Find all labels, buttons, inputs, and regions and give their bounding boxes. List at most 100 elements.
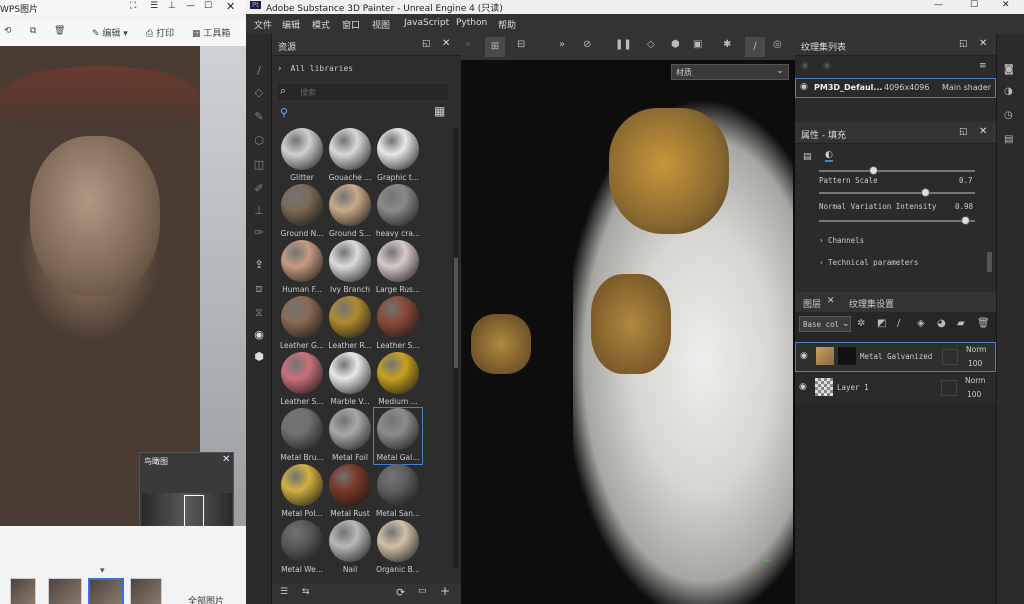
technical-section[interactable]: › Technical parameters (819, 258, 918, 267)
maximize-icon[interactable]: ☐ (970, 0, 978, 10)
geometry-mask-icon[interactable]: ⬡ (252, 134, 266, 148)
float-icon[interactable]: ◱ (422, 39, 431, 49)
minimize-icon[interactable]: — (186, 1, 195, 11)
add-mask-icon[interactable]: ◩ (877, 318, 886, 329)
properties-scrollbar[interactable] (987, 252, 992, 272)
material-item[interactable]: Metal Foil (326, 408, 374, 464)
cube-icon[interactable]: ⬢ (252, 350, 266, 364)
scrollbar-thumb[interactable] (454, 258, 458, 368)
minimize-icon[interactable]: — (934, 0, 943, 10)
channel-select[interactable]: Base col ⌄ (799, 316, 851, 332)
material-item[interactable]: Ground S... (326, 184, 374, 240)
float-icon[interactable]: ◱ (959, 127, 968, 137)
eraser-icon[interactable]: ◇ (252, 86, 266, 100)
material-item[interactable]: Ground N... (278, 184, 326, 240)
layer-row-metal-galvanized[interactable]: ◉ Metal Galvanized Norm 100 (795, 342, 996, 372)
material-item[interactable]: Metal Pol... (278, 464, 326, 520)
layer-blend-mode[interactable]: Norm (965, 376, 985, 385)
material-item[interactable]: Metal Bru... (278, 408, 326, 464)
float-icon[interactable]: ◱ (959, 39, 968, 49)
eye-icon[interactable]: ◉ (823, 61, 831, 71)
all-images-link[interactable]: 全部图片 (188, 594, 224, 604)
import-icon[interactable]: ⇆ (302, 587, 310, 597)
layer-visibility-icon[interactable]: ◉ (800, 351, 808, 361)
copy-icon[interactable]: ⧉ (30, 26, 36, 36)
menu-icon[interactable]: ☰ (150, 1, 158, 11)
list-options-icon[interactable]: ≡ (979, 61, 987, 71)
material-item[interactable]: Graphic t... (374, 128, 422, 184)
polygon-fill-icon[interactable]: ◫ (252, 158, 266, 172)
screenshot-icon[interactable]: ◎ (773, 39, 782, 50)
material-item[interactable]: Leather G... (278, 296, 326, 352)
cube-view-icon[interactable]: ⬢ (671, 39, 680, 50)
fill-settings-icon[interactable]: ▤ (803, 152, 812, 162)
add-icon[interactable]: + (440, 584, 450, 598)
color-picker-icon[interactable]: ✑ (252, 226, 266, 240)
projection-icon[interactable]: ✎ (252, 110, 266, 124)
material-item[interactable]: Organic B... (374, 520, 422, 576)
material-item[interactable]: Human F... (278, 240, 326, 296)
tab-texture-settings[interactable]: 纹理集设置 (849, 297, 894, 310)
close-icon[interactable]: ✕ (226, 0, 235, 13)
print-button[interactable]: ⎙ 打印 (146, 26, 174, 39)
toolbox-button[interactable]: ▦ 工具箱 (192, 26, 230, 39)
properties-close-icon[interactable]: ✕ (979, 126, 987, 137)
bird-view-close-icon[interactable]: ✕ (222, 454, 230, 465)
layer-visibility-icon[interactable]: ◉ (799, 382, 807, 392)
prev-slider-knob[interactable] (869, 166, 878, 175)
visibility-icon[interactable]: ◉ (800, 82, 808, 92)
texture-set-row[interactable]: ◉ PM3D_Defaul... 4096x4096 Main shader (795, 78, 996, 98)
material-item[interactable]: Leather R... (326, 296, 374, 352)
layer-opacity[interactable]: 100 (968, 359, 982, 368)
menu-mode[interactable]: 模式 (312, 18, 330, 31)
add-folder-icon[interactable]: ▰ (957, 318, 965, 329)
paint-brush-icon[interactable]: ∕ (252, 64, 266, 78)
export-icon[interactable]: ⇪ (252, 258, 266, 272)
material-item[interactable]: Metal San... (374, 464, 422, 520)
tab-close-icon[interactable]: ✕ (827, 296, 835, 306)
tab-layers[interactable]: 图层 (803, 297, 821, 310)
material-item[interactable]: Leather S... (278, 352, 326, 408)
material-item[interactable]: Metal Rust (326, 464, 374, 520)
texture-set-close-icon[interactable]: ✕ (979, 38, 987, 49)
material-item[interactable]: Large Rus... (374, 240, 422, 296)
menu-help[interactable]: 帮助 (498, 18, 516, 31)
double-left-icon[interactable]: « (465, 39, 471, 50)
pause-icon[interactable]: ❚❚ (615, 39, 632, 50)
asset-search[interactable]: ⌕ 搜索 (278, 84, 448, 100)
symmetry-icon[interactable]: ⊘ (583, 39, 591, 50)
list-icon[interactable]: ☰ (280, 587, 288, 597)
mask-icon[interactable]: ◇ (647, 39, 655, 50)
pattern-scale-slider[interactable] (819, 192, 975, 194)
filter-icon[interactable]: ⚲ (280, 106, 288, 119)
material-tab-icon[interactable]: ◐ (825, 150, 833, 162)
fullscreen-icon[interactable]: ⛶ (130, 1, 136, 11)
folder-icon[interactable]: ▭ (418, 586, 427, 596)
edit-button[interactable]: ✎ 编辑 ▾ (92, 26, 128, 39)
normal-variation-slider[interactable] (819, 220, 975, 222)
material-item[interactable]: Marble V... (326, 352, 374, 408)
material-item[interactable]: Metal Gal... (373, 407, 423, 465)
bake-icon[interactable]: ⧈ (252, 282, 266, 296)
thumbnail-selected[interactable] (88, 578, 124, 604)
material-select[interactable]: 材质 ⌄ (671, 64, 789, 80)
3d-viewport[interactable]: « ⊞ ⊟ » ⊘ ❚❚ ◇ ⬢ ▣ ✱ ∕ ◎ 材质 ⌄ ⊥ (461, 34, 795, 604)
menu-file[interactable]: 文件 (254, 18, 272, 31)
refresh-icon[interactable]: ⟳ (396, 586, 405, 599)
menu-edit[interactable]: 编辑 (282, 18, 300, 31)
camera-icon[interactable]: ◉ (252, 328, 266, 342)
selection-icon[interactable]: ⊞ (485, 37, 505, 57)
smudge-icon[interactable]: ✐ (252, 182, 266, 196)
thumbnail[interactable] (130, 578, 162, 604)
tools-icon[interactable]: ✱ (723, 39, 731, 50)
menu-python[interactable]: Python (456, 18, 487, 28)
library-selector[interactable]: › All libraries (278, 64, 454, 78)
layer-row-layer1[interactable]: ◉ Layer 1 Norm 100 (795, 374, 996, 404)
prev-slider[interactable] (819, 170, 975, 172)
normal-variation-knob[interactable] (961, 216, 970, 225)
menu-javascript[interactable]: JavaScript (404, 18, 449, 28)
smart-material-icon[interactable]: ◕ (937, 318, 946, 329)
material-item[interactable]: Glitter (278, 128, 326, 184)
brush-active-icon[interactable]: ∕ (745, 37, 765, 57)
material-item[interactable]: heavy cra... (374, 184, 422, 240)
